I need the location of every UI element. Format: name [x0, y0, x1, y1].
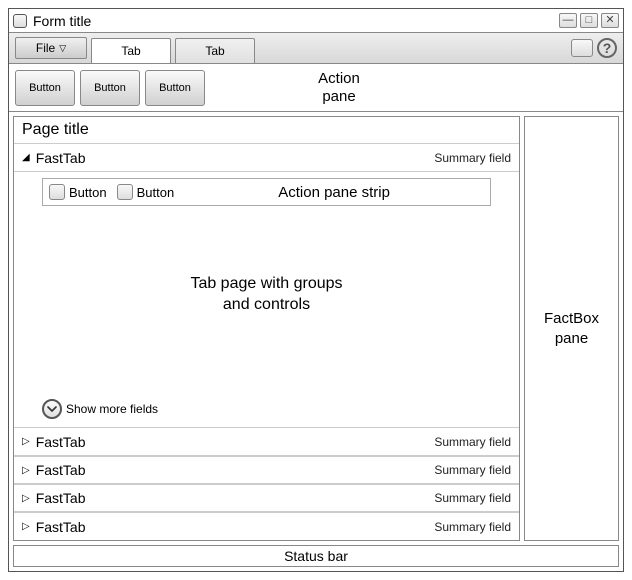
tab-page-label: Tab page with groupsand controls — [14, 274, 519, 316]
form-window: Form title — □ ✕ File ▽ Tab Tab ? Button… — [8, 8, 624, 572]
collapse-icon: ▷ — [22, 521, 30, 532]
fasttab-title: FastTab — [36, 150, 435, 166]
page-title: Page title — [14, 117, 519, 144]
view-options-button[interactable] — [571, 39, 593, 57]
fasttab-collapsed-1[interactable]: ▷ FastTab Summary field — [14, 428, 519, 456]
app-icon — [13, 14, 27, 28]
fasttab-body: Button Button Action pane strip Tab page… — [14, 172, 519, 428]
maximize-button[interactable]: □ — [580, 13, 598, 28]
chevron-down-icon — [42, 399, 62, 419]
collapse-icon: ▷ — [22, 465, 30, 476]
fasttab-collapsed-2[interactable]: ▷ FastTab Summary field — [14, 456, 519, 484]
tab-2[interactable]: Tab — [175, 38, 255, 63]
window-title: Form title — [33, 13, 556, 29]
dropdown-icon: ▽ — [59, 43, 66, 54]
main-panel: Page title ◢ FastTab Summary field Butto… — [13, 116, 520, 541]
fasttab-header-expanded[interactable]: ◢ FastTab Summary field — [14, 144, 519, 172]
strip-button-1[interactable]: Button — [49, 184, 107, 200]
fasttab-collapsed-4[interactable]: ▷ FastTab Summary field — [14, 512, 519, 540]
show-more-fields[interactable]: Show more fields — [42, 399, 158, 419]
fasttab-summary: Summary field — [434, 151, 511, 165]
close-button[interactable]: ✕ — [601, 13, 619, 28]
strip-label: Action pane strip — [184, 184, 484, 201]
help-button[interactable]: ? — [597, 38, 617, 58]
strip-button-2[interactable]: Button — [117, 184, 175, 200]
action-pane-button-3[interactable]: Button — [145, 70, 205, 106]
minimize-button[interactable]: — — [559, 13, 577, 28]
collapse-icon: ▷ — [22, 436, 30, 447]
title-bar: Form title — □ ✕ — [9, 9, 623, 33]
menubar: File ▽ Tab Tab ? — [9, 33, 623, 64]
collapse-icon: ▷ — [22, 493, 30, 504]
fasttab-collapsed-3[interactable]: ▷ FastTab Summary field — [14, 484, 519, 512]
action-pane-strip: Button Button Action pane strip — [42, 178, 491, 206]
action-pane-label: Actionpane — [279, 70, 399, 106]
tab-1[interactable]: Tab — [91, 38, 171, 63]
action-pane-button-2[interactable]: Button — [80, 70, 140, 106]
action-pane-button-1[interactable]: Button — [15, 70, 75, 106]
status-bar: Status bar — [13, 545, 619, 567]
button-icon — [117, 184, 133, 200]
file-menu-label: File — [36, 41, 55, 55]
expand-icon: ◢ — [22, 152, 30, 163]
file-menu-button[interactable]: File ▽ — [15, 37, 87, 59]
button-icon — [49, 184, 65, 200]
action-pane: Button Button Button Actionpane — [9, 64, 623, 112]
content-area: Page title ◢ FastTab Summary field Butto… — [9, 112, 623, 545]
factbox-pane: FactBoxpane — [524, 116, 619, 541]
